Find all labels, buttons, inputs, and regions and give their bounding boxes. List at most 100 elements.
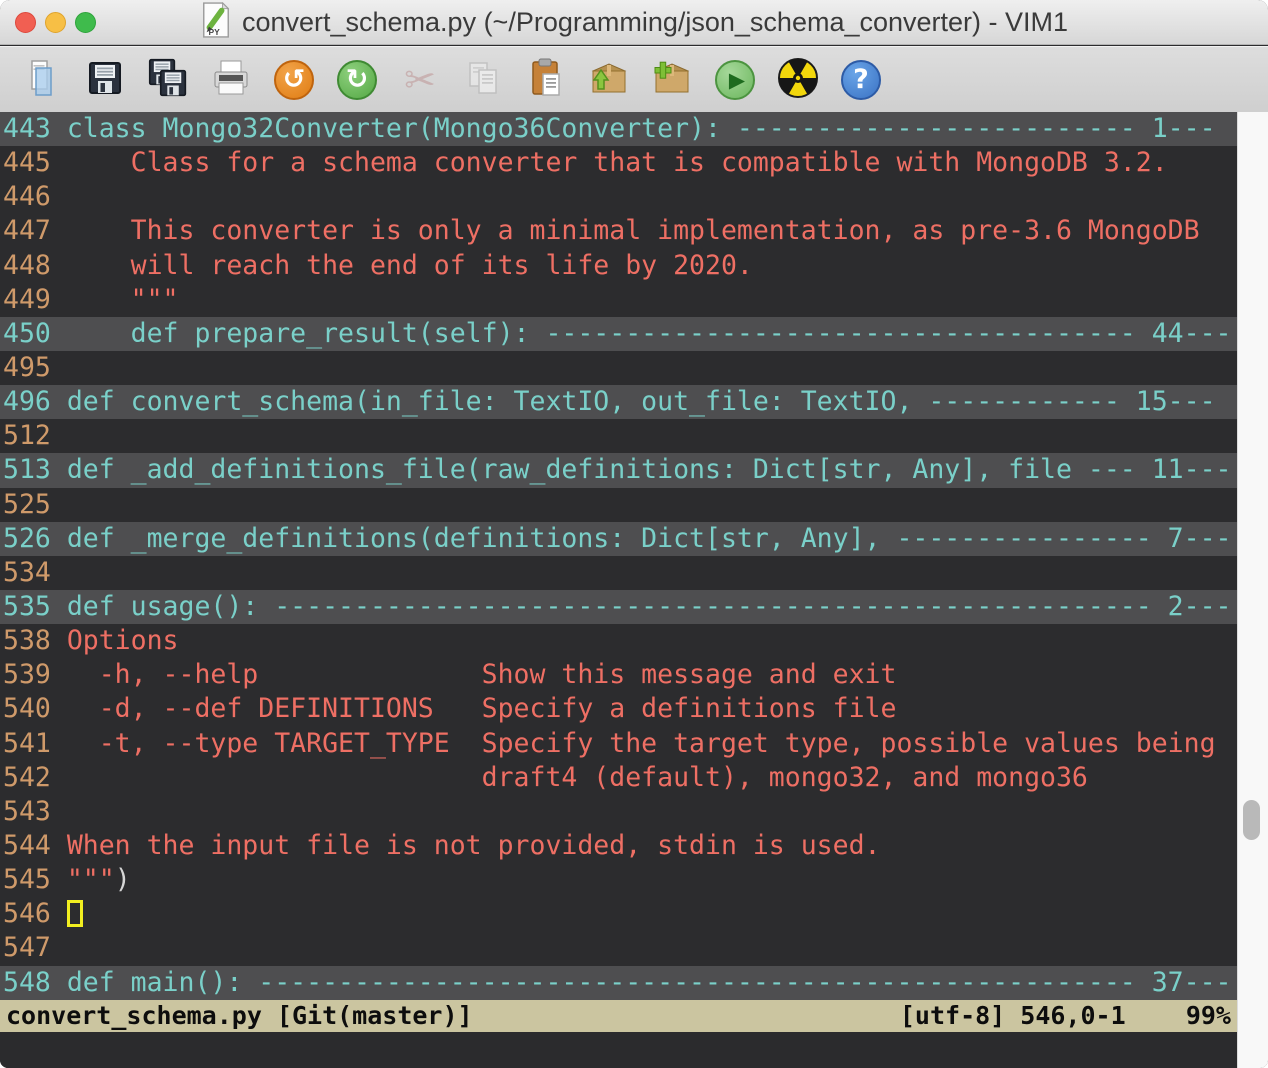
folded-code-text: def prepare_result(self): --------------… [67, 318, 1232, 349]
line-number: 535 [3, 590, 67, 624]
folded-code-text: def main(): ----------------------------… [67, 967, 1232, 998]
vim-cursor [67, 900, 83, 927]
window-title: convert_schema.py (~/Programming/json_sc… [242, 7, 1068, 38]
load-session-icon [587, 56, 631, 104]
redo-button[interactable]: ↻ [335, 58, 379, 102]
line-number: 450 [3, 317, 67, 351]
code-line-525[interactable]: 525 [0, 488, 1237, 522]
scrollbar-track[interactable] [1237, 112, 1268, 1068]
save-all-button[interactable] [146, 58, 190, 102]
paste-button[interactable] [524, 58, 568, 102]
line-number: 449 [3, 283, 67, 317]
code-line-512[interactable]: 512 [0, 419, 1237, 453]
line-number: 445 [3, 146, 67, 180]
code-line-541[interactable]: 541 -t, --type TARGET_TYPE Specify the t… [0, 727, 1237, 761]
code-line-495[interactable]: 495 [0, 351, 1237, 385]
code-line-450[interactable]: 450 def prepare_result(self): ----------… [0, 317, 1237, 351]
build-tags-icon [776, 56, 820, 104]
print-icon [209, 56, 253, 104]
zoom-button[interactable] [75, 12, 96, 33]
save-file-button[interactable] [83, 58, 127, 102]
code-text: -h, --help Show this message and exit [67, 659, 897, 690]
code-line-447[interactable]: 447 This converter is only a minimal imp… [0, 214, 1237, 248]
code-line-535[interactable]: 535def usage(): ------------------------… [0, 590, 1237, 624]
scrollbar-thumb[interactable] [1243, 800, 1260, 840]
line-number: 446 [3, 180, 67, 214]
undo-button[interactable]: ↺ [272, 58, 316, 102]
line-number: 447 [3, 214, 67, 248]
command-line-area[interactable] [0, 1032, 1237, 1068]
redo-icon: ↻ [337, 60, 377, 100]
line-number: 539 [3, 658, 67, 692]
line-number: 542 [3, 761, 67, 795]
load-session-button[interactable] [587, 58, 631, 102]
run-script-icon: ▶ [715, 60, 755, 100]
code-line-449[interactable]: 449 """ [0, 283, 1237, 317]
folded-code-text: def convert_schema(in_file: TextIO, out_… [67, 386, 1216, 417]
code-line-545[interactable]: 545""") [0, 863, 1237, 897]
code-text: """ [67, 864, 115, 895]
save-session-button[interactable] [650, 58, 694, 102]
save-file-icon [83, 56, 127, 104]
print-button[interactable] [209, 58, 253, 102]
code-line-546[interactable]: 546 [0, 897, 1237, 931]
paste-icon [524, 56, 568, 104]
statusbar: convert_schema.py [Git(master)] [utf-8] … [0, 1000, 1237, 1032]
code-line-548[interactable]: 548def main(): -------------------------… [0, 966, 1237, 1000]
copy-button[interactable] [461, 58, 505, 102]
code-line-448[interactable]: 448 will reach the end of its life by 20… [0, 249, 1237, 283]
line-number: 512 [3, 419, 67, 453]
code-text: will reach the end of its life by 2020. [67, 250, 753, 281]
save-session-icon [650, 56, 694, 104]
traffic-lights [15, 0, 96, 44]
line-number: 538 [3, 624, 67, 658]
code-line-538[interactable]: 538Options [0, 624, 1237, 658]
code-text: When the input file is not provided, std… [67, 830, 881, 861]
code-line-445[interactable]: 445 Class for a schema converter that is… [0, 146, 1237, 180]
statusbar-position-info: [utf-8] 546,0-1 99% [900, 1000, 1231, 1032]
line-number: 513 [3, 453, 67, 487]
minimize-button[interactable] [45, 12, 66, 33]
copy-icon [461, 56, 505, 104]
code-line-540[interactable]: 540 -d, --def DEFINITIONS Specify a defi… [0, 692, 1237, 726]
code-line-446[interactable]: 446 [0, 180, 1237, 214]
line-number: 543 [3, 795, 67, 829]
cut-button[interactable]: ✂ [398, 58, 442, 102]
code-line-496[interactable]: 496def convert_schema(in_file: TextIO, o… [0, 385, 1237, 419]
code-line-543[interactable]: 543 [0, 795, 1237, 829]
line-number: 541 [3, 727, 67, 761]
code-text: -d, --def DEFINITIONS Specify a definiti… [67, 693, 897, 724]
code-line-539[interactable]: 539 -h, --help Show this message and exi… [0, 658, 1237, 692]
line-number: 525 [3, 488, 67, 522]
code-line-542[interactable]: 542 draft4 (default), mongo32, and mongo… [0, 761, 1237, 795]
code-text: ) [115, 864, 131, 895]
svg-text:PY: PY [208, 27, 220, 37]
code-line-443[interactable]: 443class Mongo32Converter(Mongo36Convert… [0, 112, 1237, 146]
code-area[interactable]: 443class Mongo32Converter(Mongo36Convert… [0, 112, 1237, 1000]
run-script-button[interactable]: ▶ [713, 58, 757, 102]
line-number: 448 [3, 249, 67, 283]
line-number: 526 [3, 522, 67, 556]
code-line-544[interactable]: 544When the input file is not provided, … [0, 829, 1237, 863]
folded-code-text: def _add_definitions_file(raw_definition… [67, 454, 1232, 485]
code-text: draft4 (default), mongo32, and mongo36 [67, 762, 1088, 793]
python-file-icon: PY [200, 1, 232, 43]
folded-code-text: def _merge_definitions(definitions: Dict… [67, 523, 1232, 554]
build-tags-button[interactable] [776, 58, 820, 102]
toolbar: ↺ ↻ ✂ ▶? [0, 46, 1268, 112]
open-file-button[interactable] [20, 58, 64, 102]
folded-code-text: def usage(): ---------------------------… [67, 591, 1232, 622]
line-number: 546 [3, 897, 67, 931]
help-icon: ? [841, 60, 881, 100]
code-line-526[interactable]: 526def _merge_definitions(definitions: D… [0, 522, 1237, 556]
code-text: This converter is only a minimal impleme… [67, 215, 1200, 246]
code-line-547[interactable]: 547 [0, 931, 1237, 965]
help-button[interactable]: ? [839, 58, 883, 102]
code-line-513[interactable]: 513def _add_definitions_file(raw_definit… [0, 453, 1237, 487]
undo-icon: ↺ [274, 60, 314, 100]
line-number: 540 [3, 692, 67, 726]
folded-code-text: class Mongo32Converter(Mongo36Converter)… [67, 113, 1216, 144]
close-button[interactable] [15, 12, 36, 33]
code-line-534[interactable]: 534 [0, 556, 1237, 590]
save-all-icon [146, 56, 190, 104]
